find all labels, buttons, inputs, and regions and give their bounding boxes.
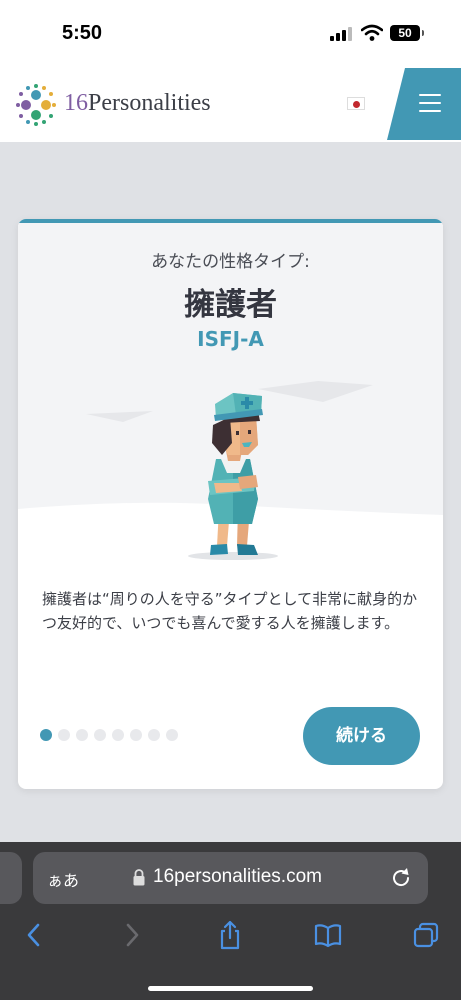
bookmarks-icon[interactable] — [314, 920, 342, 950]
forward-icon[interactable] — [118, 920, 146, 950]
menu-button[interactable] — [387, 68, 461, 140]
personality-type-code: ISFJ-A — [197, 327, 264, 351]
japan-flag-icon[interactable] — [347, 97, 365, 110]
logo-icon[interactable] — [13, 82, 59, 128]
browser-bottom-bar: ぁあ 16personalities.com — [0, 842, 461, 1000]
tabs-icon[interactable] — [412, 920, 440, 950]
personality-type-label: あなたの性格タイプ: — [151, 252, 310, 272]
logo-wordmark[interactable]: 16Personalities — [64, 90, 211, 117]
status-time: 5:50 — [62, 22, 103, 44]
cellular-signal-icon — [330, 27, 352, 41]
wifi-icon — [361, 24, 383, 41]
previous-tab-preview[interactable] — [0, 852, 22, 904]
continue-button[interactable]: 続ける — [303, 707, 420, 765]
pagination-dot[interactable] — [112, 729, 124, 741]
result-card: あなたの性格タイプ: 擁護者 ISFJ-A 擁護者は“周りの人を守る”タイプとし… — [18, 219, 443, 789]
site-header: 16Personalities — [0, 66, 461, 142]
share-icon[interactable] — [216, 920, 244, 950]
card-accent-bar — [18, 219, 443, 223]
page-settings-button[interactable]: ぁあ — [47, 867, 79, 891]
menu-icon — [419, 94, 441, 112]
reload-icon[interactable] — [390, 867, 412, 889]
home-indicator — [148, 986, 313, 991]
battery-indicator: 50 — [390, 25, 424, 41]
pagination-dot[interactable] — [130, 729, 142, 741]
lock-icon — [133, 869, 145, 886]
personality-type-name: 擁護者 — [184, 287, 277, 323]
pagination-dot[interactable] — [58, 729, 70, 741]
url-text: 16personalities.com — [153, 866, 322, 887]
back-icon[interactable] — [20, 920, 48, 950]
defender-character-illustration — [18, 381, 443, 569]
pagination-dot[interactable] — [40, 729, 52, 741]
pagination-dot[interactable] — [94, 729, 106, 741]
pagination-dot[interactable] — [76, 729, 88, 741]
personality-description: 擁護者は“周りの人を守る”タイプとして非常に献身的かつ友好的で、いつでも喜んで愛… — [42, 590, 418, 632]
status-bar: 5:50 50 — [0, 0, 461, 66]
pagination-dot[interactable] — [166, 729, 178, 741]
browser-toolbar — [0, 920, 461, 956]
address-bar[interactable]: ぁあ 16personalities.com — [33, 852, 428, 904]
pagination-dot[interactable] — [148, 729, 160, 741]
